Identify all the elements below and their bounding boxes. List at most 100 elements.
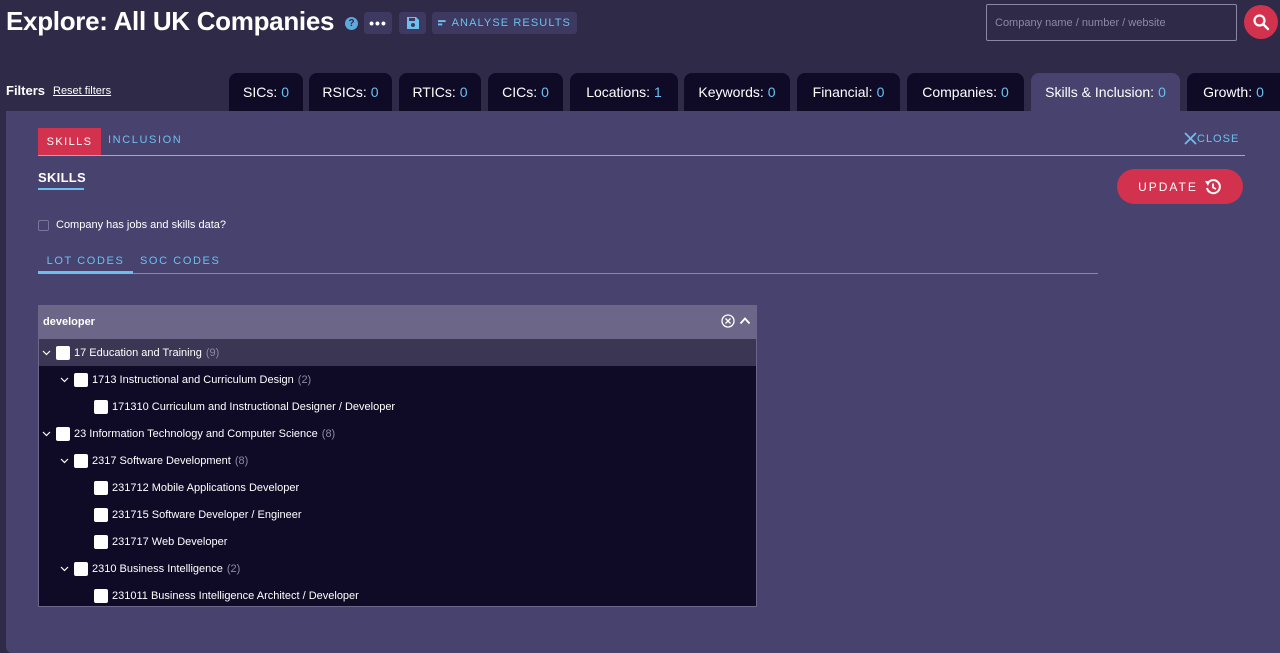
filters-label: Filters (6, 83, 46, 98)
tab-count: 0 (767, 84, 776, 100)
tab-keywords[interactable]: Keywords: 0 (684, 73, 790, 111)
lot-codes-search-input[interactable] (38, 305, 757, 338)
tree-item-checkbox[interactable] (94, 534, 108, 549)
tab-financial[interactable]: Financial: 0 (797, 73, 900, 111)
chevron-down-icon[interactable] (60, 564, 69, 573)
save-icon (406, 17, 419, 29)
tree-item[interactable]: 17 Education and Training (9) (39, 339, 756, 366)
active-code-tab-underline (38, 271, 133, 274)
tab-cics[interactable]: CICs: 0 (488, 73, 563, 111)
tab-count: 0 (281, 84, 290, 100)
tree-item-checkbox[interactable] (56, 345, 70, 360)
more-icon: ••• (369, 15, 387, 31)
tree-item-label: 231715 Software Developer / Engineer (112, 508, 302, 521)
tree-item-checkbox[interactable] (74, 372, 88, 387)
search-button[interactable] (1244, 5, 1278, 39)
analyse-results-label: ANALYSE RESULTS (451, 17, 571, 29)
tree-item[interactable]: 2317 Software Development (8) (39, 447, 756, 474)
tab-locations[interactable]: Locations: 1 (570, 73, 678, 111)
subtab-skills[interactable]: SKILLS (38, 128, 101, 155)
tree-item[interactable]: 231712 Mobile Applications Developer (39, 474, 756, 501)
chevron-down-icon[interactable] (60, 456, 69, 465)
jobs-data-checkbox[interactable] (38, 220, 49, 231)
tree-item-count: (8) (321, 427, 336, 440)
tree-item-count: (2) (226, 562, 241, 575)
analyse-results-button[interactable]: ANALYSE RESULTS (432, 12, 577, 34)
tab-count: 0 (876, 84, 885, 100)
chevron-down-icon[interactable] (42, 348, 51, 357)
tab-skills-inclusion[interactable]: Skills & Inclusion: 0 (1031, 73, 1180, 111)
tree-item-checkbox[interactable] (56, 426, 70, 441)
tree-item-checkbox[interactable] (94, 588, 108, 603)
tab-count: 0 (370, 84, 379, 100)
history-icon (1204, 178, 1221, 194)
tab-count: 0 (459, 84, 468, 100)
tab-label: Companies: (922, 84, 997, 100)
tree-item[interactable]: 2310 Business Intelligence (2) (39, 555, 756, 582)
tab-companies[interactable]: Companies: 0 (907, 73, 1024, 111)
tree-item[interactable]: 171310 Curriculum and Instructional Desi… (39, 393, 756, 420)
tab-label: Locations: (586, 84, 651, 100)
section-heading: SKILLS (38, 170, 87, 185)
tab-growth[interactable]: Growth: 0 (1187, 73, 1280, 111)
bar-chart-icon (438, 20, 446, 26)
tab-label: Keywords: (698, 84, 764, 100)
chevron-down-icon[interactable] (42, 429, 51, 438)
tab-label: RTICs: (412, 84, 456, 100)
close-label: CLOSE (1197, 132, 1240, 145)
update-label: UPDATE (1138, 179, 1198, 194)
more-options-button[interactable]: ••• (364, 12, 392, 34)
tab-label: SICs: (242, 84, 278, 100)
page-title: Explore: All UK Companies (6, 6, 335, 36)
clear-icon[interactable] (721, 314, 735, 328)
tree-item[interactable]: 231715 Software Developer / Engineer (39, 501, 756, 528)
tab-rtics[interactable]: RTICs: 0 (399, 73, 481, 111)
tree-item-count: (9) (205, 346, 220, 359)
subtab-inclusion[interactable]: INCLUSION (108, 134, 182, 146)
tab-label: Skills & Inclusion: (1045, 84, 1155, 100)
tree-item-count: (2) (297, 373, 312, 386)
tree-item[interactable]: 231011 Business Intelligence Architect /… (39, 582, 756, 609)
tab-label: CICs: (502, 84, 538, 100)
tree-item-checkbox[interactable] (94, 480, 108, 495)
lot-codes-dropdown-list: 17 Education and Training (9) 1713 Instr… (38, 338, 757, 607)
tree-item-checkbox[interactable] (94, 399, 108, 414)
tree-item-label: 23 Information Technology and Computer S… (74, 427, 318, 440)
tree-item-label: 231011 Business Intelligence Architect /… (112, 589, 359, 602)
tree-item-label: 2310 Business Intelligence (92, 562, 223, 575)
tree-item-label: 2317 Software Development (92, 454, 231, 467)
tree-item-label: 171310 Curriculum and Instructional Desi… (112, 400, 396, 413)
tree-item-count: (8) (234, 454, 249, 467)
code-tabs-divider (133, 273, 1098, 274)
save-button[interactable] (399, 12, 426, 34)
update-button[interactable]: UPDATE (1117, 169, 1243, 204)
tab-count: 0 (541, 84, 549, 100)
tree-item-checkbox[interactable] (74, 453, 88, 468)
reset-filters-link[interactable]: Reset filters (53, 85, 111, 97)
tree-item-label: 1713 Instructional and Curriculum Design (92, 373, 294, 386)
company-search-input[interactable] (986, 4, 1237, 41)
tree-item-label: 231717 Web Developer (112, 535, 228, 548)
subtabs-divider (38, 155, 1245, 156)
tab-lot-codes[interactable]: LOT CODES (38, 255, 133, 267)
section-heading-underline (38, 188, 84, 190)
chevron-down-icon[interactable] (60, 375, 69, 384)
tab-rsics[interactable]: RSICs: 0 (309, 73, 392, 111)
tree-item-label: 17 Education and Training (74, 346, 202, 359)
help-icon[interactable]: ? (345, 17, 358, 30)
tree-item[interactable]: 23 Information Technology and Computer S… (39, 420, 756, 447)
tab-soc-codes[interactable]: SOC CODES (140, 255, 220, 267)
chevron-up-icon[interactable] (739, 315, 751, 327)
tree-item[interactable]: 1713 Instructional and Curriculum Design… (39, 366, 756, 393)
tab-sics[interactable]: SICs: 0 (229, 73, 303, 111)
tree-item-checkbox[interactable] (94, 507, 108, 522)
header: Explore: All UK Companies ? ••• ANALYSE … (0, 0, 1280, 72)
jobs-data-label: Company has jobs and skills data? (56, 219, 226, 231)
close-icon (1184, 132, 1197, 145)
tree-item-checkbox[interactable] (74, 561, 88, 576)
tree-item[interactable]: 231717 Web Developer (39, 528, 756, 555)
tab-label: Growth: (1203, 84, 1253, 100)
close-button[interactable]: CLOSE (1184, 132, 1239, 145)
tab-count: 0 (1158, 84, 1166, 100)
search-icon (1253, 14, 1270, 31)
